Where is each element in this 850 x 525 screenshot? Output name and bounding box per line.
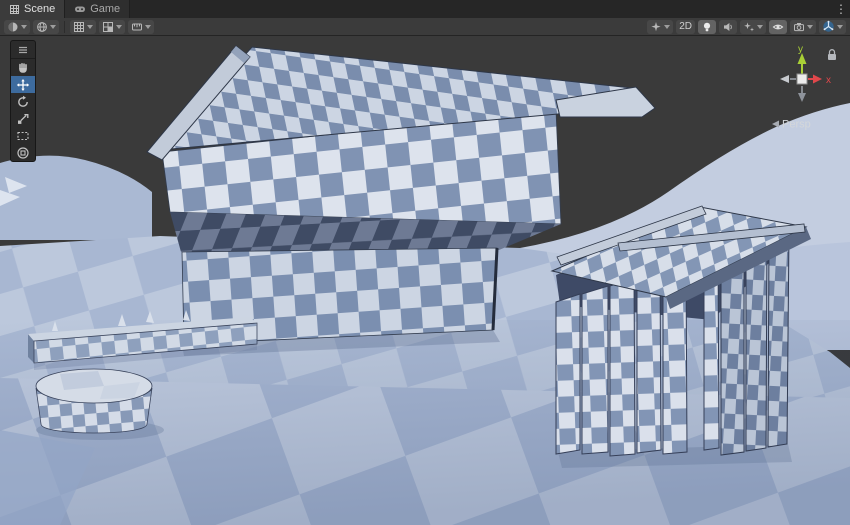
- scale-icon: [15, 112, 31, 126]
- dropdown-arrow-icon: [757, 25, 763, 29]
- effects-dropdown[interactable]: [647, 20, 673, 34]
- dropdown-arrow-icon: [145, 25, 151, 29]
- axis-negx-handle[interactable]: [780, 75, 796, 83]
- speaker-icon: [722, 21, 734, 33]
- axis-x-label: x: [826, 75, 831, 86]
- dropdown-arrow-icon: [50, 25, 56, 29]
- tabbar-spacer: [130, 0, 832, 18]
- dropdown-arrow-icon: [837, 25, 843, 29]
- grid-visibility-dropdown[interactable]: [70, 20, 96, 34]
- tab-game-label: Game: [90, 3, 120, 15]
- lock-icon: [830, 50, 835, 54]
- audio-toggle[interactable]: [719, 20, 737, 34]
- gamepad-icon: [74, 4, 86, 14]
- persp-cone-icon: [772, 121, 779, 128]
- gizmo-center-cube[interactable]: [797, 74, 807, 84]
- transform-tool[interactable]: [11, 144, 35, 161]
- axis-x-handle[interactable]: [808, 75, 822, 84]
- projection-label: Persp: [782, 119, 811, 131]
- scene-viewport[interactable]: y x Persp: [0, 36, 850, 525]
- axes-globe-icon: [822, 20, 835, 33]
- gizmo-lock-button[interactable]: [826, 48, 838, 61]
- draw-mode-dropdown[interactable]: [4, 20, 30, 34]
- overlay-menu[interactable]: [11, 41, 35, 59]
- projection-toggle[interactable]: Persp: [772, 119, 811, 131]
- 2d-toggle-label: 2D: [679, 21, 692, 32]
- dropdown-arrow-icon: [807, 25, 813, 29]
- rotate-tool[interactable]: [11, 93, 35, 110]
- globe-icon: [36, 21, 48, 33]
- toolbar-separator: [64, 21, 65, 33]
- move-tool[interactable]: [11, 76, 35, 93]
- move-cross-icon: [15, 78, 31, 92]
- rotate-arrows-icon: [15, 95, 31, 109]
- grip-icon: [15, 43, 31, 57]
- axis-y-label: y: [798, 44, 803, 55]
- scene-view-toolbar: 2D: [0, 18, 850, 36]
- dropdown-arrow-icon: [21, 25, 27, 29]
- tools-overlay: [10, 40, 36, 162]
- 2d-toggle[interactable]: 2D: [676, 20, 695, 34]
- fx-dropdown[interactable]: [740, 20, 766, 34]
- window-menu-button[interactable]: ⋮: [832, 0, 850, 18]
- gizmos-dropdown[interactable]: [819, 20, 846, 34]
- scene-grid-icon: [9, 4, 20, 15]
- snap-grid-icon: [102, 21, 114, 33]
- dropdown-arrow-icon: [664, 25, 670, 29]
- tab-game[interactable]: Game: [65, 0, 130, 18]
- rect-icon: [15, 129, 31, 143]
- rect-tool[interactable]: [11, 127, 35, 144]
- wood-shed[interactable]: [552, 206, 811, 468]
- grid-icon: [73, 21, 85, 33]
- eye-icon: [772, 21, 784, 33]
- snap-ruler-icon: [131, 21, 143, 33]
- view-hand-tool[interactable]: [11, 59, 35, 76]
- axis-negy-handle[interactable]: [798, 86, 806, 102]
- hand-icon: [15, 61, 31, 75]
- visibility-toggle[interactable]: [769, 20, 787, 34]
- transform-icon: [15, 146, 31, 160]
- lightbulb-icon: [701, 21, 713, 33]
- shaded-sphere-icon: [7, 21, 19, 33]
- lighting-toggle[interactable]: [698, 20, 716, 34]
- snap-increment-dropdown[interactable]: [128, 20, 154, 34]
- camera-dropdown[interactable]: [790, 20, 816, 34]
- grid-snap-dropdown[interactable]: [99, 20, 125, 34]
- tree-stump[interactable]: [36, 369, 164, 440]
- camera-icon: [793, 21, 805, 33]
- dropdown-arrow-icon: [87, 25, 93, 29]
- scene-3d-render: [0, 36, 850, 525]
- window-tab-bar: Scene Game ⋮: [0, 0, 850, 18]
- star-icon: [650, 21, 662, 33]
- scale-tool[interactable]: [11, 110, 35, 127]
- orbit-view-dropdown[interactable]: [33, 20, 59, 34]
- sparkle-icon: [743, 21, 755, 33]
- tab-scene[interactable]: Scene: [0, 0, 65, 18]
- dropdown-arrow-icon: [116, 25, 122, 29]
- tab-scene-label: Scene: [24, 3, 55, 15]
